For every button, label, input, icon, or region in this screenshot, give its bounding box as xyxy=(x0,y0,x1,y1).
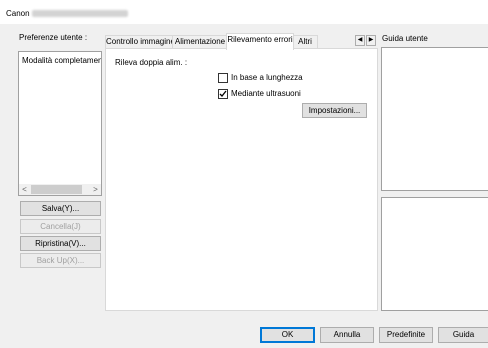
tab-strip: Controllo immagine Alimentazione Rilevam… xyxy=(105,33,341,50)
ultrasonic-checkbox[interactable] xyxy=(218,89,228,99)
guide-detail-pane xyxy=(381,197,488,311)
backup-button[interactable]: Back Up(X)... xyxy=(20,253,101,268)
tab-rilevamento-errori[interactable]: Rilevamento errori xyxy=(226,33,294,50)
save-button[interactable]: Salva(Y)... xyxy=(20,201,101,216)
defaults-button[interactable]: Predefinite xyxy=(379,327,433,343)
scroll-left-icon[interactable]: < xyxy=(19,184,30,195)
cancel-button[interactable]: Annulla xyxy=(320,327,374,343)
checkmark-icon xyxy=(219,90,227,97)
tab-controllo-immagine[interactable]: Controllo immagine xyxy=(105,35,175,49)
title-bar: Canon xyxy=(0,0,488,24)
list-item[interactable]: Modalità completamente xyxy=(22,56,101,65)
tab-alimentazione[interactable]: Alimentazione xyxy=(172,35,228,49)
tab-panel xyxy=(105,48,378,311)
delete-button[interactable]: Cancella(J) xyxy=(20,219,101,234)
window-title: Canon xyxy=(6,9,30,18)
horizontal-scrollbar[interactable]: < > xyxy=(19,184,101,195)
guide-content-pane xyxy=(381,47,488,191)
help-button[interactable]: Guida xyxy=(438,327,488,343)
scroll-thumb[interactable] xyxy=(31,185,82,194)
tab-altri[interactable]: Altri xyxy=(292,35,318,49)
tab-scroll-buttons: ◀ ▶ xyxy=(355,35,377,46)
scroll-right-icon[interactable]: > xyxy=(90,184,101,195)
restore-button[interactable]: Ripristina(V)... xyxy=(20,236,101,251)
length-checkbox-label[interactable]: In base a lunghezza xyxy=(231,73,303,82)
settings-button[interactable]: Impostazioni... xyxy=(302,103,367,118)
ultrasonic-checkbox-label[interactable]: Mediante ultrasuoni xyxy=(231,89,301,98)
title-redacted-text xyxy=(32,10,128,17)
preferences-list[interactable]: Modalità completamente < > xyxy=(18,51,102,196)
tab-scroll-left-icon[interactable]: ◀ xyxy=(355,35,365,46)
preferences-label: Preferenze utente : xyxy=(19,33,88,42)
ok-button[interactable]: OK xyxy=(260,327,315,343)
guide-label: Guida utente xyxy=(382,34,428,43)
length-checkbox[interactable] xyxy=(218,73,228,83)
tab-scroll-right-icon[interactable]: ▶ xyxy=(366,35,376,46)
double-feed-label: Rileva doppia alim. : xyxy=(115,58,188,67)
